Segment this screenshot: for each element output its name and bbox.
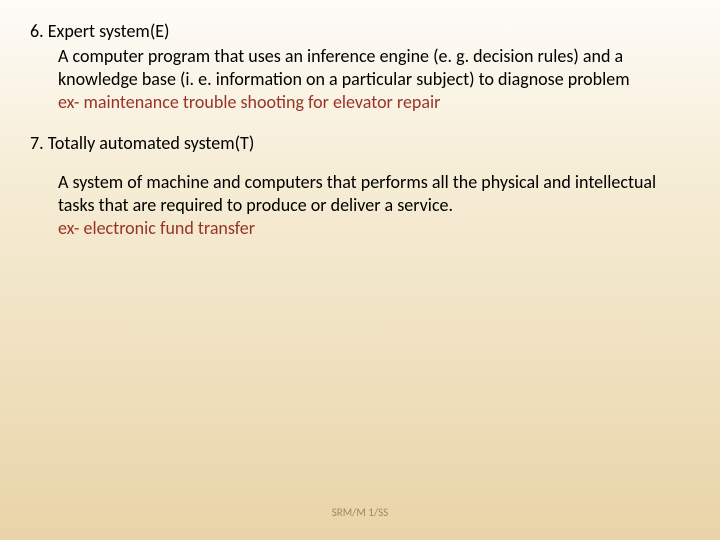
slide-footer: SRM/M 1/SS (0, 506, 720, 520)
section-6-heading: 6. Expert system(E) (30, 20, 690, 43)
section-6: 6. Expert system(E) A computer program t… (30, 20, 690, 114)
section-6-example: ex- maintenance trouble shooting for ele… (58, 91, 690, 114)
section-6-body: A computer program that uses an inferenc… (58, 45, 690, 91)
section-7-heading: 7. Totally automated system(T) (30, 132, 690, 155)
section-7-body: A system of machine and computers that p… (58, 171, 690, 217)
section-7-example: ex- electronic fund transfer (58, 217, 690, 240)
section-7: 7. Totally automated system(T) A system … (30, 132, 690, 240)
